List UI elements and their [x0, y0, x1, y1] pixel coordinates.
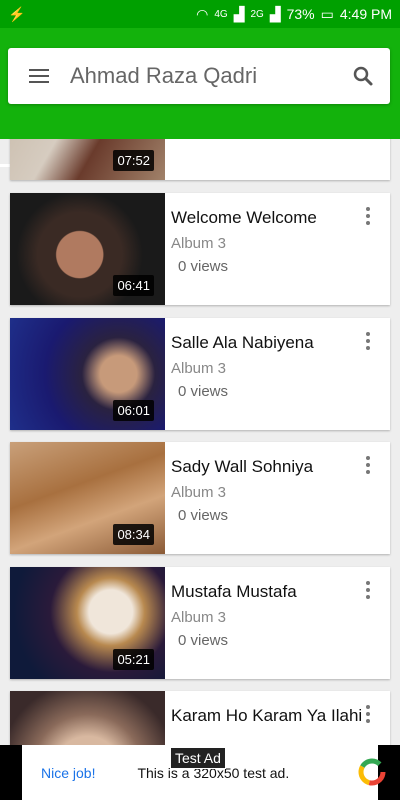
signal-icon-2: ▟ — [269, 5, 281, 22]
ad-logo-icon — [358, 758, 386, 786]
video-title: Salle Ala Nabiyena — [171, 333, 314, 352]
battery-percent: 73% — [286, 6, 315, 22]
list-item[interactable]: 05:21 Mustafa Mustafa Album 3 0 views — [10, 567, 390, 679]
network-2g: 2G — [250, 8, 264, 20]
video-views: 0 views — [178, 383, 229, 400]
wifi-icon: ◠ — [196, 5, 209, 22]
more-options-icon[interactable] — [366, 332, 370, 350]
list-item[interactable]: 07:52 — [10, 139, 390, 180]
clock: 4:49 PM — [339, 6, 392, 22]
duration-badge: 07:52 — [113, 150, 154, 171]
ad-nice-text: Nice job! — [41, 764, 96, 781]
video-thumbnail: 05:21 — [10, 567, 165, 679]
video-title: Welcome Welcome — [171, 208, 317, 227]
search-icon[interactable] — [336, 64, 390, 88]
more-options-icon[interactable] — [366, 581, 370, 599]
battery-icon: ▭ — [320, 5, 334, 22]
video-album: Album 3 — [171, 484, 227, 501]
video-thumbnail: 06:41 — [10, 193, 165, 305]
app-toolbar: Ahmad Raza Qadri RECENTLY UPLOADED ALBUM… — [0, 28, 400, 167]
search-bar: Ahmad Raza Qadri — [8, 48, 390, 104]
duration-badge: 08:34 — [113, 524, 154, 545]
duration-badge: 06:41 — [113, 275, 154, 296]
video-album: Album 3 — [171, 609, 227, 626]
ad-label: Test Ad — [170, 747, 226, 769]
video-thumbnail: 06:01 — [10, 318, 165, 430]
app-title: Ahmad Raza Qadri — [70, 63, 258, 88]
video-thumbnail: 08:34 — [10, 442, 165, 554]
video-views: 0 views — [178, 258, 229, 275]
list-item[interactable]: 08:34 Sady Wall Sohniya Album 3 0 views — [10, 442, 390, 554]
duration-badge: 05:21 — [113, 649, 154, 670]
video-album: Album 3 — [171, 360, 227, 377]
video-views: 0 views — [178, 507, 229, 524]
more-options-icon[interactable] — [366, 207, 370, 225]
list-item[interactable]: 06:01 Salle Ala Nabiyena Album 3 0 views — [10, 318, 390, 430]
video-thumbnail — [10, 691, 165, 745]
list-item[interactable]: Karam Ho Karam Ya Ilahi — [10, 691, 390, 745]
video-views: 0 views — [178, 632, 229, 649]
video-album: Album 3 — [171, 235, 227, 252]
list-item[interactable]: 06:41 Welcome Welcome Album 3 0 views — [10, 193, 390, 305]
usb-icon: ⚡ — [8, 5, 26, 22]
network-4g: 4G — [214, 8, 228, 20]
duration-badge: 06:01 — [113, 400, 154, 421]
status-bar: ⚡ ◠ 4G ▟ 2G ▟ 73% ▭ 4:49 PM — [0, 0, 400, 28]
signal-icon: ▟ — [233, 5, 245, 22]
video-title: Mustafa Mustafa — [171, 582, 297, 601]
more-options-icon[interactable] — [366, 705, 370, 723]
video-title: Karam Ho Karam Ya Ilahi — [171, 706, 363, 725]
more-options-icon[interactable] — [366, 456, 370, 474]
video-title: Sady Wall Sohniya — [171, 457, 314, 476]
video-list[interactable]: 07:52 06:41 Welcome Welcome Album 3 0 vi… — [0, 139, 400, 745]
hamburger-icon[interactable] — [8, 65, 70, 87]
video-thumbnail: 07:52 — [10, 139, 165, 180]
